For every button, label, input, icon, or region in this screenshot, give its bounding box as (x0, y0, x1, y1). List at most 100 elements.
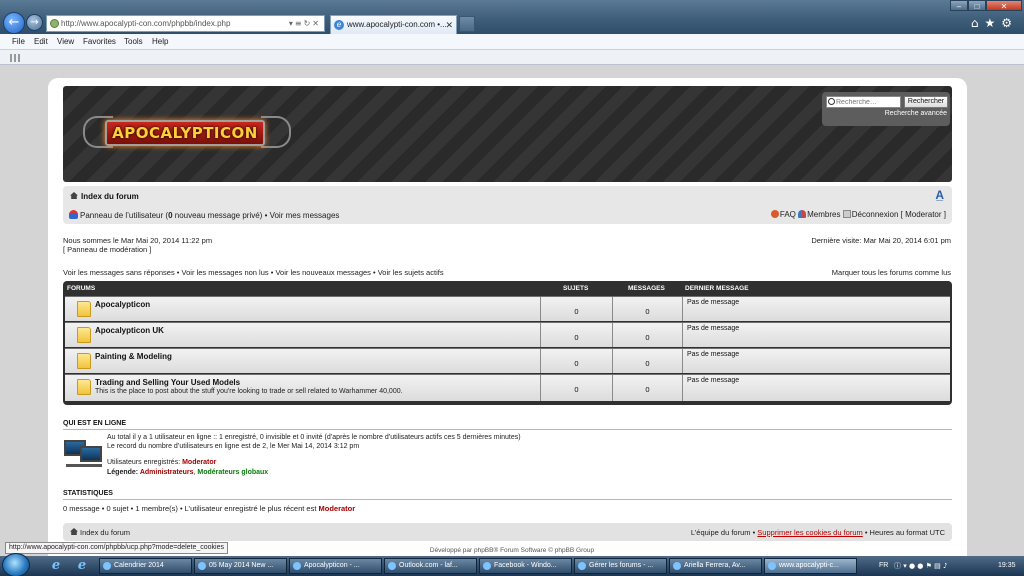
status-bar-url: http://www.apocalypti-con.com/phpbb/ucp.… (5, 542, 228, 554)
taskbar-item-label: 05 May 2014 New ... (209, 562, 274, 569)
col-topics: SUJETS (563, 285, 589, 292)
posts-count: 0 (612, 323, 682, 347)
members-link[interactable]: Membres (807, 210, 840, 219)
topics-count: 0 (540, 349, 612, 373)
taskbar-item-label: Ariella Ferrera, Av... (684, 562, 746, 569)
language-indicator[interactable]: FR (879, 556, 888, 576)
legend-admin-link[interactable]: Administrateurs (140, 469, 194, 476)
online-users-icon (64, 436, 104, 470)
online-record: Le record du nombre d’utilisateurs en li… (107, 443, 360, 450)
taskbar-item-label: Facebook - Windo... (494, 562, 557, 569)
user-panel-link[interactable]: Panneau de l’utilisateur ( (80, 211, 168, 220)
faq-icon (770, 210, 779, 218)
maximize-button[interactable]: □ (968, 0, 986, 11)
user-panel-suffix[interactable]: nouveau message privé) • Voir mes messag… (173, 211, 340, 220)
home-icon (70, 528, 78, 535)
clock[interactable]: 19:35 (998, 556, 1016, 576)
home-favorites-tools-icons[interactable]: ⌂★⚙ (971, 16, 1018, 30)
forum-description: This is the place to post about the stuf… (95, 388, 403, 395)
forum-title[interactable]: Apocalypticon UK (95, 326, 164, 335)
forum-title[interactable]: Trading and Selling Your Used Models (95, 378, 240, 387)
folder-icon (77, 353, 91, 369)
menu-view[interactable]: View (57, 34, 74, 49)
menu-edit[interactable]: Edit (34, 34, 48, 49)
menu-help[interactable]: Help (152, 34, 168, 49)
breadcrumb-index[interactable]: Index du forum (81, 192, 139, 201)
menu-file[interactable]: File (12, 34, 25, 49)
last-post: Pas de message (682, 375, 950, 401)
taskbar-item[interactable]: Facebook - Windo... (479, 558, 572, 574)
taskbar-item[interactable]: Apocalypticon - ... (289, 558, 382, 574)
team-link[interactable]: L’équipe du forum • (691, 528, 757, 537)
new-tab-button[interactable] (459, 16, 475, 32)
start-button[interactable] (2, 553, 30, 576)
forum-row: Apocalypticon 0 0 Pas de message (65, 296, 950, 321)
legend-label: Légende: (107, 469, 140, 476)
menu-tools[interactable]: Tools (124, 34, 143, 49)
advanced-search-link[interactable]: Recherche avancée (885, 110, 947, 117)
stats-heading: STATISTIQUES (63, 490, 952, 500)
browser-tab-active[interactable]: e www.apocalypti-con.com •... ✕ (330, 15, 457, 34)
forum-list: FORUMS SUJETS MESSAGES DERNIER MESSAGE A… (63, 281, 952, 405)
topics-count: 0 (540, 323, 612, 347)
last-post: Pas de message (682, 297, 950, 321)
registered-user-link[interactable]: Moderator (182, 459, 216, 466)
mark-forums-read-link[interactable]: Marquer tous les forums comme lus (832, 268, 951, 277)
tab-close-icon[interactable]: ✕ (445, 16, 453, 34)
taskbar-item[interactable]: 05 May 2014 New ... (194, 558, 287, 574)
minimize-button[interactable]: – (950, 0, 968, 11)
app-icon (198, 562, 206, 570)
signal-icon (10, 54, 22, 62)
quick-links[interactable]: Voir les messages sans réponses • Voir l… (63, 268, 444, 277)
refresh-stop-icons[interactable]: ▾≡↻✕ (289, 16, 321, 31)
last-visit: Dernière visite: Mar Mai 20, 2014 6:01 p… (811, 236, 951, 245)
newest-member-link[interactable]: Moderator (319, 504, 356, 513)
legend: Légende: Administrateurs, Modérateurs gl… (107, 469, 268, 476)
taskbar-item-label: Outlook.com - laf... (399, 562, 458, 569)
taskbar-item[interactable]: Calendrier 2014 (99, 558, 192, 574)
faq-link[interactable]: FAQ (780, 210, 796, 219)
site-logo[interactable]: APOCALYPTICON (83, 114, 293, 154)
ie-taskbar-icon[interactable]: e (46, 558, 66, 574)
footer-links: L’équipe du forum • Supprimer les cookie… (691, 528, 945, 537)
taskbar-item-label: Calendrier 2014 (114, 562, 164, 569)
address-url: http://www.apocalypti-con.com/phpbb/inde… (61, 19, 231, 28)
footer-navbar: Index du forum L’équipe du forum • Suppr… (63, 523, 952, 541)
app-icon (388, 562, 396, 570)
system-tray: FR ⓘ ▾ ● ● ⚑ ▤ ♪ 19:35 (876, 556, 1024, 576)
topics-count: 0 (540, 297, 612, 321)
stats-text: 0 message • 0 sujet • 1 membre(s) • L’ut… (63, 504, 355, 513)
last-post: Pas de message (682, 323, 950, 347)
taskbar-item[interactable]: Outlook.com - laf... (384, 558, 477, 574)
app-icon (483, 562, 491, 570)
search-input[interactable] (826, 96, 901, 108)
close-window-button[interactable]: ✕ (986, 0, 1022, 11)
footer-index-link[interactable]: Index du forum (80, 528, 130, 537)
forum-title[interactable]: Apocalypticon (95, 300, 150, 309)
user-panel-links: Panneau de l’utilisateur (0 nouveau mess… (69, 210, 339, 220)
taskbar-item-active[interactable]: www.apocalypti-c... (764, 558, 857, 574)
font-size-icon[interactable]: A̲ (935, 188, 944, 202)
menu-favorites[interactable]: Favorites (83, 34, 116, 49)
forum-title[interactable]: Painting & Modeling (95, 352, 172, 361)
delete-cookies-link[interactable]: Supprimer les cookies du forum (757, 528, 862, 537)
legend-global-mod-link[interactable]: Modérateurs globaux (197, 469, 268, 476)
logout-link[interactable]: Déconnexion [ Moderator ] (852, 210, 946, 219)
taskbar-item[interactable]: Gérer les forums - ... (574, 558, 667, 574)
search-button[interactable]: Rechercher (904, 96, 948, 108)
site-icon (50, 19, 59, 28)
current-time: Nous sommes le Mar Mai 20, 2014 11:22 pm (63, 236, 213, 245)
moderation-panel-link[interactable]: [ Panneau de modération ] (63, 245, 151, 254)
ie-taskbar-icon[interactable]: e (72, 558, 92, 574)
logout-icon (842, 210, 851, 218)
back-button[interactable]: ← (3, 12, 25, 34)
windows-taskbar: e e Calendrier 2014 05 May 2014 New ... … (0, 553, 1024, 576)
monitor-icon (80, 446, 102, 462)
user-icon (69, 210, 78, 219)
taskbar-item[interactable]: Ariella Ferrera, Av... (669, 558, 762, 574)
address-bar[interactable]: http://www.apocalypti-con.com/phpbb/inde… (46, 15, 325, 32)
posts-count: 0 (612, 349, 682, 373)
forward-button[interactable]: → (26, 14, 43, 31)
tray-icons[interactable]: ⓘ ▾ ● ● ⚑ ▤ ♪ (894, 556, 947, 576)
topics-count: 0 (540, 375, 612, 401)
